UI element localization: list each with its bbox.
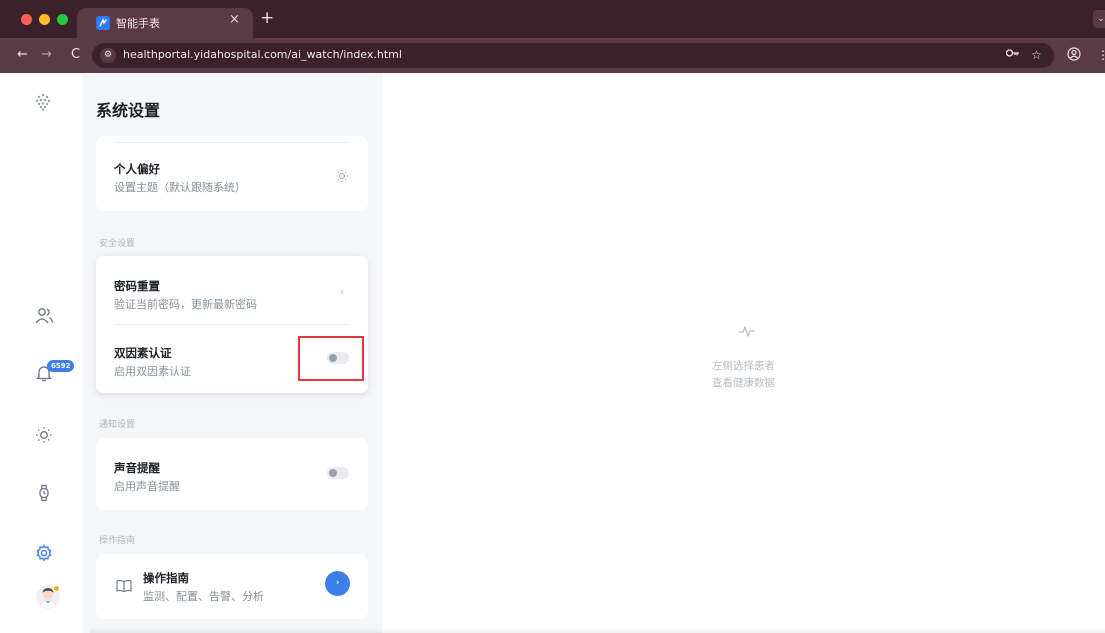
- personal-pref-card[interactable]: 个人偏好 设置主题（默认跟随系统）: [96, 136, 368, 211]
- annotation-highlight-box: [298, 336, 364, 381]
- online-status-dot: [54, 586, 59, 591]
- bottom-scroll-shadow: [90, 628, 1105, 633]
- empty-state-line1: 左侧选择患者: [712, 360, 775, 372]
- back-arrow-icon[interactable]: ←: [17, 47, 28, 63]
- watch-icon[interactable]: [34, 483, 54, 503]
- window-minimize-button[interactable]: [39, 14, 50, 25]
- window-close-button[interactable]: [21, 14, 32, 25]
- section-label-guide: 操作指南: [99, 536, 136, 546]
- empty-state-line2: 查看健康数据: [712, 377, 775, 389]
- password-reset-row[interactable]: 密码重置 验证当前密码，更新最新密码 ›: [96, 256, 368, 324]
- forward-arrow-icon[interactable]: →: [41, 47, 52, 63]
- two-factor-desc: 启用双因素认证: [114, 365, 191, 378]
- bookmark-star-icon[interactable]: ☆: [1031, 47, 1042, 63]
- site-info-icon[interactable]: ⚙: [100, 48, 116, 63]
- alarm-count-badge: 6592: [47, 360, 75, 372]
- personal-pref-title: 个人偏好: [114, 162, 160, 176]
- guide-desc: 监测、配置、告警、分析: [143, 590, 264, 603]
- chevron-right-icon: ›: [340, 285, 345, 298]
- sun-icon: [335, 168, 349, 187]
- more-menu-icon[interactable]: ⋮: [1097, 47, 1105, 63]
- tab-title: 智能手表: [116, 17, 160, 30]
- new-tab-button[interactable]: +: [260, 10, 274, 27]
- browser-tab-bar: 智能手表 × + ⌄: [0, 0, 1105, 38]
- sound-card: 声音提醒 启用声音提醒: [96, 438, 368, 510]
- section-label-notify: 通知设置: [99, 420, 136, 430]
- tab-search-chevron-icon[interactable]: ⌄: [1093, 10, 1105, 28]
- reload-icon[interactable]: C: [71, 47, 80, 63]
- guide-title: 操作指南: [143, 571, 189, 585]
- icon-rail: 6592: [0, 73, 83, 633]
- row-divider: [114, 324, 350, 325]
- settings-gear-icon[interactable]: [34, 543, 54, 563]
- theme-sun-icon[interactable]: [34, 425, 54, 445]
- section-label-security: 安全设置: [99, 239, 136, 249]
- tab-close-icon[interactable]: ×: [229, 12, 240, 27]
- address-bar[interactable]: ⚙ healthportal.yidahospital.com/ai_watch…: [92, 43, 1054, 68]
- window-maximize-button[interactable]: [57, 14, 68, 25]
- personal-pref-desc: 设置主题（默认跟随系统）: [114, 181, 246, 194]
- app-page: 6592 系统设置 个人偏好 设置主题（默认跟随系统） 安全设置 密码重置 验证…: [0, 73, 1105, 633]
- guide-open-button[interactable]: ›: [325, 571, 350, 596]
- password-reset-title: 密码重置: [114, 279, 160, 293]
- url-text[interactable]: healthportal.yidahospital.com/ai_watch/i…: [123, 48, 402, 61]
- sound-title: 声音提醒: [114, 461, 160, 475]
- password-reset-desc: 验证当前密码，更新最新密码: [114, 298, 257, 311]
- patients-icon[interactable]: [34, 306, 54, 326]
- row-divider: [114, 142, 350, 143]
- sound-desc: 启用声音提醒: [114, 480, 180, 493]
- settings-panel: 系统设置 个人偏好 设置主题（默认跟随系统） 安全设置 密码重置 验证当前密码，…: [83, 73, 382, 633]
- page-title: 系统设置: [96, 101, 161, 120]
- sound-toggle[interactable]: [327, 467, 349, 479]
- profile-icon[interactable]: [1067, 47, 1081, 65]
- browser-tab-active[interactable]: 智能手表 ×: [77, 8, 253, 38]
- book-icon: [116, 578, 132, 597]
- password-key-icon[interactable]: [1005, 47, 1021, 63]
- pulse-icon: [738, 323, 756, 342]
- toggle-knob: [329, 469, 337, 477]
- main-content: 左侧选择患者 查看健康数据: [382, 73, 1105, 633]
- two-factor-title: 双因素认证: [114, 346, 172, 360]
- browser-toolbar: ← → C ⚙ healthportal.yidahospital.com/ai…: [0, 38, 1105, 73]
- app-favicon-icon: [96, 16, 110, 30]
- logo-dots-icon[interactable]: [34, 93, 54, 113]
